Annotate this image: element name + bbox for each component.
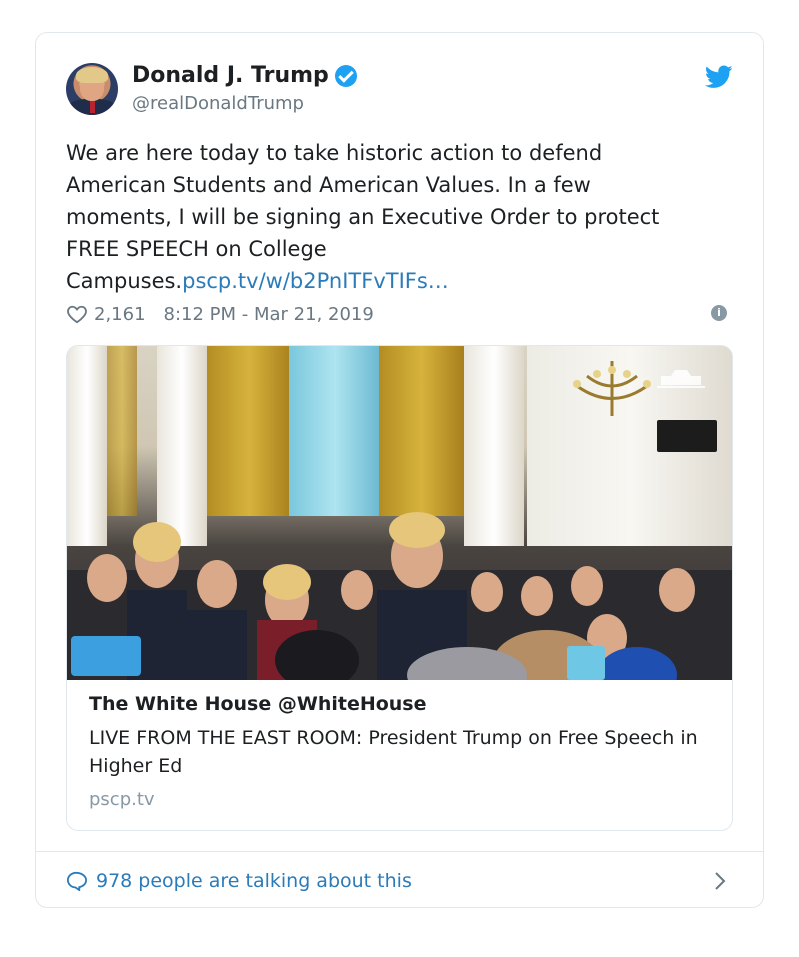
tweet-text-line: American Students and American Values. I…	[66, 173, 591, 197]
like-count[interactable]: 2,161	[94, 304, 146, 325]
conversation-footer[interactable]: 978 people are talking about this	[66, 863, 733, 899]
conversation-link[interactable]: 978 people are talking about this	[96, 870, 412, 892]
tweet-meta: 2,161 8:12 PM - Mar 21, 2019 i	[66, 301, 733, 327]
chevron-right-icon[interactable]	[713, 871, 727, 891]
tweet-text-line: Campuses.pscp.tv/w/b2PnITFvTIFs…	[66, 265, 746, 297]
author-name-row: Donald J. Trump	[132, 63, 357, 88]
white-house-watermark-icon	[655, 368, 707, 396]
media-card-body: The White House @WhiteHouse LIVE FROM TH…	[89, 690, 710, 814]
heart-icon[interactable]	[66, 304, 88, 324]
tweet-text-line: moments, I will be signing an Executive …	[66, 205, 660, 229]
tweet-timestamp[interactable]: 8:12 PM - Mar 21, 2019	[164, 304, 374, 325]
footer-divider	[36, 851, 763, 852]
tweet-embed-card[interactable]: Donald J. Trump @realDonaldTrump We are …	[35, 32, 764, 908]
info-icon[interactable]: i	[711, 305, 727, 321]
tweet-header: Donald J. Trump @realDonaldTrump	[66, 63, 733, 119]
tweet-text: We are here today to take historic actio…	[66, 137, 746, 297]
tweet-link[interactable]: pscp.tv/w/b2PnITFvTIFs…	[182, 269, 449, 293]
author-handle[interactable]: @realDonaldTrump	[132, 93, 304, 114]
verified-badge-icon	[334, 64, 357, 87]
avatar[interactable]	[66, 63, 118, 115]
comment-icon	[66, 871, 88, 891]
twitter-bird-icon[interactable]	[705, 65, 733, 89]
media-card-title[interactable]: The White House @WhiteHouse	[89, 690, 710, 718]
media-thumbnail[interactable]	[67, 346, 732, 680]
author-name[interactable]: Donald J. Trump	[132, 63, 329, 88]
media-card[interactable]: The White House @WhiteHouse LIVE FROM TH…	[66, 345, 733, 831]
tweet-text-line: FREE SPEECH on College	[66, 237, 327, 261]
media-card-description[interactable]: LIVE FROM THE EAST ROOM: President Trump…	[89, 724, 710, 780]
tweet-text-fragment: Campuses.	[66, 269, 183, 293]
tweet-text-line: We are here today to take historic actio…	[66, 141, 603, 165]
media-card-domain[interactable]: pscp.tv	[89, 786, 710, 814]
